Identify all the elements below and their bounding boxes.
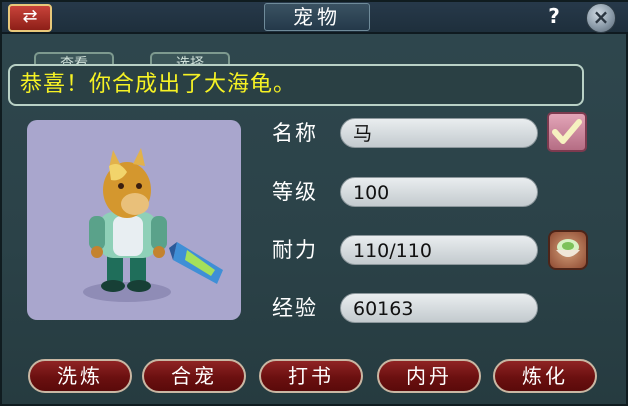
skill-book-button[interactable]: 打书 [259, 359, 363, 393]
stamina-label: 耐力 [272, 238, 318, 262]
close-button[interactable]: × [586, 3, 616, 33]
system-message: 恭喜！你合成出了大海龟。 [8, 64, 584, 106]
feed-button[interactable] [548, 230, 588, 270]
confirm-name-button[interactable] [547, 112, 587, 152]
horse-pet-sprite [83, 148, 223, 302]
pet-portrait [27, 120, 241, 320]
close-icon: × [592, 5, 610, 29]
window-title: 宠物 [264, 3, 370, 31]
stamina-field: 110/110 [340, 235, 538, 265]
switch-arrows-icon: ⇄ [22, 6, 38, 27]
merge-pet-button[interactable]: 合宠 [142, 359, 246, 393]
checkmark-icon [552, 119, 582, 144]
title-bar: ⇄ 宠物 ? × [2, 2, 628, 34]
switch-button[interactable]: ⇄ [8, 4, 52, 32]
pet-window: ⇄ 宠物 ? × 查看 选择 恭喜！你合成出了大海龟。 [0, 0, 628, 406]
help-button[interactable]: ? [542, 5, 566, 27]
help-icon: ? [548, 4, 560, 28]
name-label: 名称 [272, 121, 318, 145]
refine-button[interactable]: 洗炼 [28, 359, 132, 393]
experience-field: 60163 [340, 293, 538, 323]
smelt-button[interactable]: 炼化 [493, 359, 597, 393]
level-label: 等级 [272, 180, 318, 204]
level-field: 100 [340, 177, 538, 207]
experience-label: 经验 [272, 296, 318, 320]
food-bowl-icon [556, 239, 580, 257]
name-field[interactable]: 马 [340, 118, 538, 148]
inner-core-button[interactable]: 内丹 [377, 359, 481, 393]
